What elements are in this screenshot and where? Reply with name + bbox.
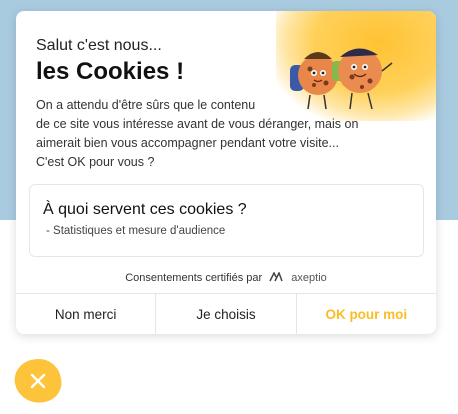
axeptio-logo-icon	[269, 272, 283, 282]
certified-by-footer: Consentements certifiés par axeptio	[16, 272, 436, 284]
greeting-title: Salut c'est nous...	[36, 37, 162, 54]
close-icon	[30, 373, 46, 389]
cookie-consent-modal: Salut c'est nous... les Cookies ! On a a…	[16, 11, 436, 334]
intro-text: On a attendu d'être sûrs que le contenu …	[36, 96, 396, 172]
certified-brand[interactable]: axeptio	[291, 272, 326, 284]
accept-button[interactable]: OK pour moi	[295, 294, 436, 334]
certified-text: Consentements certifiés par	[125, 272, 263, 284]
intro-line: de ce site vous intéresse avant de vous …	[36, 117, 359, 131]
main-title: les Cookies !	[36, 58, 185, 85]
refuse-button[interactable]: Non merci	[16, 294, 155, 334]
consent-button-row: Non merci Je choisis OK pour moi	[16, 293, 436, 334]
intro-line: aimerait bien vous accompagner pendant v…	[36, 136, 339, 150]
purpose-title: À quoi servent ces cookies ?	[43, 201, 247, 218]
choose-button[interactable]: Je choisis	[155, 294, 295, 334]
cookie-purpose-card[interactable]: À quoi servent ces cookies ? - Statistiq…	[29, 184, 424, 257]
intro-line: C'est OK pour vous ?	[36, 155, 155, 169]
intro-line: On a attendu d'être sûrs que le contenu	[36, 98, 256, 112]
purpose-item: - Statistiques et mesure d'audience	[46, 225, 226, 237]
